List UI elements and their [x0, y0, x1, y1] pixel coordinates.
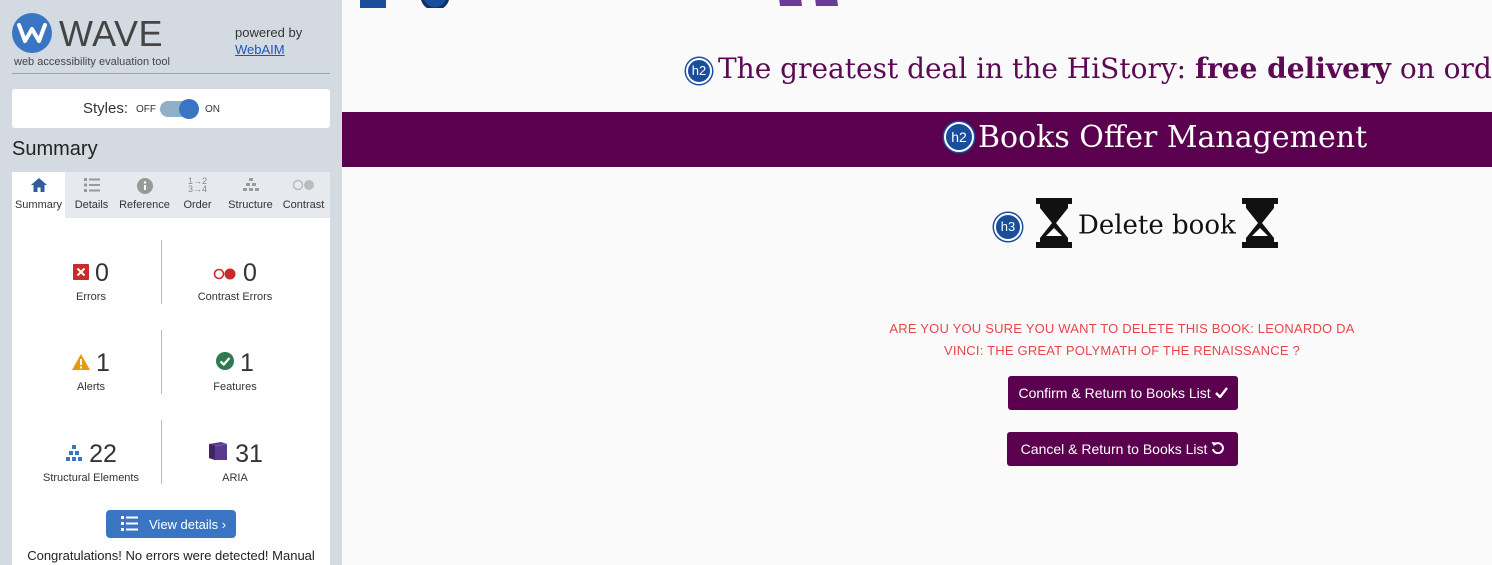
errors-count: 0	[95, 259, 109, 287]
tab-label: Summary	[14, 199, 63, 211]
undo-icon	[1211, 441, 1225, 457]
wave-sidebar: WAVE web accessibility evaluation tool p…	[0, 0, 342, 565]
order-icon: 1→2 3→4	[187, 176, 207, 194]
info-icon	[118, 172, 171, 196]
errors-stat[interactable]: 0 Errors	[16, 257, 166, 303]
structure-icon	[224, 172, 277, 196]
promo-heading: h2 The greatest deal in the HiStory: free…	[686, 52, 1492, 85]
wave-tabs: Summary Details Reference 1→2 3→4 Order S…	[12, 172, 330, 218]
structural-count: 22	[89, 440, 117, 468]
hourglass-icon	[1034, 198, 1074, 255]
page-banner: h2 Books Offer Management	[342, 112, 1492, 167]
alerts-label: Alerts	[76, 381, 106, 393]
errors-label: Errors	[76, 291, 106, 303]
promo-text-bold: free delivery	[1194, 52, 1391, 85]
tab-label: Details	[74, 199, 109, 211]
promo-text-after: on orders over	[1399, 52, 1492, 85]
contrast-errors-label: Contrast Errors	[197, 291, 273, 303]
summary-heading: Summary	[12, 138, 98, 160]
webaim-link[interactable]: WebAIM	[235, 42, 285, 57]
features-count: 1	[240, 349, 254, 377]
home-icon	[12, 172, 65, 196]
contrast-errors-stat[interactable]: 0 Contrast Errors	[160, 257, 310, 303]
contrast-error-icon	[213, 256, 237, 288]
wave-subtitle: web accessibility evaluation tool	[14, 56, 170, 68]
tab-details[interactable]: Details	[65, 172, 118, 218]
tab-label: Reference	[119, 199, 170, 211]
delete-heading: h3 Delete book	[994, 198, 1284, 255]
view-details-button[interactable]: View details ›	[106, 510, 236, 538]
styles-toggle-box: Styles: OFF ON	[12, 89, 330, 128]
page-title: h2 Books Offer Management	[944, 120, 1367, 155]
checkmark-icon	[1214, 385, 1228, 401]
delete-heading-text: Delete book	[1078, 210, 1236, 241]
feature-icon	[216, 346, 235, 378]
aria-stat[interactable]: 31 ARIA	[160, 438, 310, 484]
tab-label: Contrast	[282, 199, 325, 211]
h2-badge-icon: h2	[944, 122, 974, 152]
tab-summary[interactable]: Summary	[12, 172, 65, 218]
question-line-1: ARE YOU YOU SURE YOU WANT TO DELETE THIS…	[889, 321, 1355, 336]
tab-structure[interactable]: Structure	[224, 172, 277, 218]
structural-stat[interactable]: 22 Structural Elements	[16, 438, 166, 484]
features-label: Features	[213, 381, 257, 393]
styles-off-label: OFF	[136, 104, 156, 115]
contrast-errors-count: 0	[243, 259, 257, 287]
tab-order[interactable]: 1→2 3→4 Order	[171, 172, 224, 218]
error-icon	[73, 256, 90, 288]
alerts-stat[interactable]: 1 Alerts	[16, 347, 166, 393]
confirm-delete-button[interactable]: Confirm & Return to Books List	[1008, 376, 1238, 410]
aria-count: 31	[235, 440, 263, 468]
tab-reference[interactable]: Reference	[118, 172, 171, 218]
summary-panel: 0 Errors 0 Contrast Errors 1 Alerts 1 Fe…	[12, 218, 330, 565]
delete-confirmation-text: ARE YOU YOU SURE YOU WANT TO DELETE THIS…	[870, 318, 1374, 362]
alert-icon	[72, 346, 91, 378]
h2-badge-icon: h2	[686, 57, 712, 84]
wave-title: WAVE	[59, 13, 164, 54]
structural-label: Structural Elements	[43, 472, 139, 484]
top-wave-icons	[360, 0, 840, 11]
page-content: h2 The greatest deal in the HiStory: free…	[342, 0, 1492, 565]
contrast-icon	[277, 172, 330, 196]
list-icon	[65, 172, 118, 196]
promo-text-before: The greatest deal in the HiStory:	[718, 52, 1195, 85]
list-icon	[121, 516, 138, 534]
styles-on-label: ON	[205, 104, 220, 115]
tab-label: Structure	[228, 199, 273, 211]
hourglass-icon	[1240, 198, 1280, 255]
h3-badge-icon: h3	[994, 212, 1022, 241]
cancel-button-label: Cancel & Return to Books List	[1020, 441, 1208, 457]
banner-title: Books Offer Management	[978, 120, 1368, 155]
powered-by-label: powered by	[235, 25, 303, 40]
congrats-message: Congratulations! No errors were detected…	[27, 548, 315, 563]
confirm-button-label: Confirm & Return to Books List	[1018, 385, 1211, 401]
aria-label: ARIA	[222, 472, 248, 484]
tab-label: Order	[183, 199, 212, 211]
aria-icon	[207, 437, 229, 469]
toggle-knob	[179, 99, 199, 119]
wave-header: WAVE web accessibility evaluation tool p…	[12, 12, 330, 74]
alerts-count: 1	[96, 349, 110, 377]
cancel-delete-button[interactable]: Cancel & Return to Books List	[1007, 432, 1238, 466]
view-details-label: View details ›	[149, 517, 227, 532]
structure-elements-icon	[65, 437, 83, 469]
styles-toggle[interactable]	[160, 99, 199, 119]
wave-logo-icon	[12, 13, 52, 53]
styles-label: Styles:	[83, 100, 129, 117]
tab-contrast[interactable]: Contrast	[277, 172, 330, 218]
question-line-2: VINCI: THE GREAT POLYMATH OF THE RENAISS…	[944, 343, 1300, 358]
features-stat[interactable]: 1 Features	[160, 347, 310, 393]
